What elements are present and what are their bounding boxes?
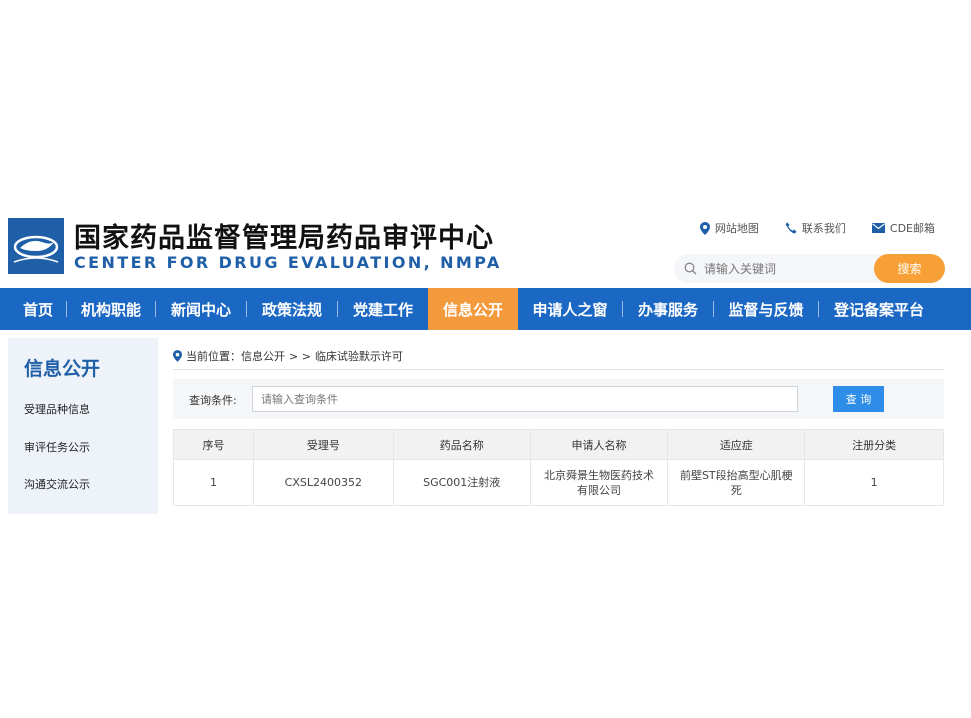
cell-registration-class: 1 xyxy=(804,459,944,506)
table-row: 1 CXSL2400352 SGC001注射液 北京舜景生物医药技术有限公司 前… xyxy=(173,459,944,506)
top-link-mail[interactable]: CDE邮箱 xyxy=(871,220,935,236)
sidebar: 信息公开 受理品种信息 审评任务公示 沟通交流公示 xyxy=(8,338,158,514)
query-bar: 查询条件: 查 询 xyxy=(173,379,944,419)
top-link-sitemap[interactable]: 网站地图 xyxy=(699,220,759,236)
sidebar-item-communication[interactable]: 沟通交流公示 xyxy=(24,476,90,492)
nav-item-party[interactable]: 党建工作 xyxy=(338,288,428,330)
breadcrumb-separator: > > xyxy=(289,349,311,363)
nav-item-applicant[interactable]: 申请人之窗 xyxy=(518,288,622,330)
column-header-registration-class: 注册分类 xyxy=(804,429,944,460)
search-icon xyxy=(684,262,697,275)
query-label: 查询条件: xyxy=(189,394,237,407)
cde-logo[interactable] xyxy=(8,218,64,274)
top-link-label: CDE邮箱 xyxy=(889,222,935,235)
location-pin-icon xyxy=(699,221,710,235)
cell-acceptance-no: CXSL2400352 xyxy=(252,459,394,506)
result-table: 序号 受理号 药品名称 申请人名称 适应症 注册分类 1 CXSL2400352… xyxy=(173,429,944,506)
cell-indication: 前壁ST段抬高型心肌梗死 xyxy=(667,459,806,506)
sidebar-title: 信息公开 xyxy=(24,358,101,380)
site-title-en: CENTER FOR DRUG EVALUATION, NMPA xyxy=(74,253,502,272)
breadcrumb-divider xyxy=(173,369,944,370)
nav-item-news[interactable]: 新闻中心 xyxy=(156,288,246,330)
search-box xyxy=(674,254,889,283)
top-link-label: 网站地图 xyxy=(714,222,759,235)
column-header-drug-name: 药品名称 xyxy=(392,429,531,460)
column-header-indication: 适应症 xyxy=(667,429,806,460)
column-header-acceptance-no: 受理号 xyxy=(252,429,394,460)
breadcrumb: 当前位置：信息公开 > > 临床试验默示许可 xyxy=(173,348,403,364)
sidebar-item-review-tasks[interactable]: 审评任务公示 xyxy=(24,439,90,455)
logo-icon xyxy=(8,218,64,274)
top-links: 网站地图 联系我们 CDE邮箱 xyxy=(699,220,935,236)
site-search: 搜索 xyxy=(674,254,945,283)
top-link-label: 联系我们 xyxy=(801,222,846,235)
query-input[interactable] xyxy=(252,386,798,412)
search-input[interactable] xyxy=(704,254,884,283)
site-header: 国家药品监督管理局药品审评中心 CENTER FOR DRUG EVALUATI… xyxy=(0,206,971,288)
location-pin-icon xyxy=(173,350,182,362)
nav-item-feedback[interactable]: 监督与反馈 xyxy=(714,288,818,330)
nav-item-info-public[interactable]: 信息公开 xyxy=(428,288,518,330)
query-button[interactable]: 查 询 xyxy=(833,386,884,412)
main-content: 当前位置：信息公开 > > 临床试验默示许可 查询条件: 查 询 序号 受理号 … xyxy=(173,338,944,514)
sidebar-item-accepted-varieties[interactable]: 受理品种信息 xyxy=(24,401,90,417)
nav-item-functions[interactable]: 机构职能 xyxy=(67,288,155,330)
main-nav: 首页 机构职能 新闻中心 政策法规 党建工作 信息公开 申请人之窗 办事服务 监… xyxy=(0,288,971,330)
nav-item-home[interactable]: 首页 xyxy=(10,288,66,330)
column-header-index: 序号 xyxy=(173,429,254,460)
search-button[interactable]: 搜索 xyxy=(874,254,945,283)
site-title-cn: 国家药品监督管理局药品审评中心 xyxy=(74,223,494,254)
mail-icon xyxy=(871,223,885,233)
cell-applicant: 北京舜景生物医药技术有限公司 xyxy=(529,459,669,506)
nav-item-services[interactable]: 办事服务 xyxy=(623,288,713,330)
table-header-row: 序号 受理号 药品名称 申请人名称 适应症 注册分类 xyxy=(173,429,944,460)
nav-item-policy[interactable]: 政策法规 xyxy=(247,288,337,330)
cell-drug-name: SGC001注射液 xyxy=(392,459,531,506)
column-header-applicant: 申请人名称 xyxy=(529,429,669,460)
cell-index: 1 xyxy=(173,459,254,506)
breadcrumb-current: 临床试验默示许可 xyxy=(314,350,403,363)
nav-item-registration[interactable]: 登记备案平台 xyxy=(819,288,939,330)
breadcrumb-prefix[interactable]: 当前位置：信息公开 xyxy=(186,348,285,364)
top-link-contact[interactable]: 联系我们 xyxy=(785,220,846,236)
phone-icon xyxy=(785,222,797,234)
